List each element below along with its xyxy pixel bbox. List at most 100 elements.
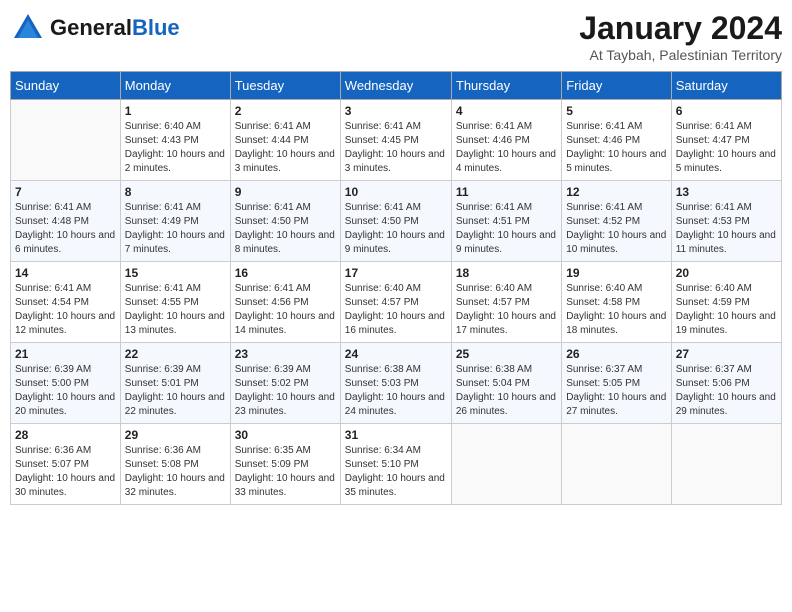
calendar-day-cell: 19 Sunrise: 6:40 AMSunset: 4:58 PMDayligh… bbox=[562, 262, 672, 343]
day-number: 1 bbox=[125, 104, 226, 118]
day-info: Sunrise: 6:41 AMSunset: 4:53 PMDaylight:… bbox=[676, 201, 777, 257]
day-number: 28 bbox=[15, 428, 116, 442]
calendar-day-cell: 14 Sunrise: 6:41 AMSunset: 4:54 PMDayligh… bbox=[11, 262, 121, 343]
day-info: Sunrise: 6:39 AMSunset: 5:02 PMDaylight:… bbox=[235, 363, 336, 419]
day-number: 17 bbox=[345, 266, 447, 280]
calendar-day-cell: 8 Sunrise: 6:41 AMSunset: 4:49 PMDaylight… bbox=[120, 181, 230, 262]
calendar-day-cell: 12Sunrise: 6:41 AMSunset: 4:52 PMDayligh… bbox=[562, 181, 672, 262]
day-number: 22 bbox=[125, 347, 226, 361]
calendar-day-cell: 1 Sunrise: 6:40 AMSunset: 4:43 PMDaylight… bbox=[120, 100, 230, 181]
day-info: Sunrise: 6:41 AMSunset: 4:48 PMDaylight:… bbox=[15, 201, 116, 257]
day-number: 26 bbox=[566, 347, 667, 361]
calendar-day-cell: 9 Sunrise: 6:41 AMSunset: 4:50 PMDaylight… bbox=[230, 181, 340, 262]
calendar-day-cell: 29 Sunrise: 6:36 AMSunset: 5:08 PMDayligh… bbox=[120, 424, 230, 505]
day-number: 31 bbox=[345, 428, 447, 442]
calendar-body: 1 Sunrise: 6:40 AMSunset: 4:43 PMDaylight… bbox=[11, 100, 782, 505]
day-info: Sunrise: 6:34 AMSunset: 5:10 PMDaylight:… bbox=[345, 444, 447, 500]
day-info: Sunrise: 6:41 AMSunset: 4:45 PMDaylight:… bbox=[345, 120, 447, 176]
day-number: 21 bbox=[15, 347, 116, 361]
day-info: Sunrise: 6:39 AMSunset: 5:00 PMDaylight:… bbox=[15, 363, 116, 419]
calendar-day-cell: 7 Sunrise: 6:41 AMSunset: 4:48 PMDaylight… bbox=[11, 181, 121, 262]
day-info: Sunrise: 6:35 AMSunset: 5:09 PMDaylight:… bbox=[235, 444, 336, 500]
day-info: Sunrise: 6:41 AMSunset: 4:47 PMDaylight:… bbox=[676, 120, 777, 176]
page-header: GeneralBlue January 2024 At Taybah, Pale… bbox=[10, 10, 782, 63]
day-info: Sunrise: 6:41 AMSunset: 4:54 PMDaylight:… bbox=[15, 282, 116, 338]
calendar-day-cell: 30 Sunrise: 6:35 AMSunset: 5:09 PMDayligh… bbox=[230, 424, 340, 505]
calendar-week-row: 14 Sunrise: 6:41 AMSunset: 4:54 PMDayligh… bbox=[11, 262, 782, 343]
day-info: Sunrise: 6:40 AMSunset: 4:57 PMDaylight:… bbox=[345, 282, 447, 338]
day-info: Sunrise: 6:39 AMSunset: 5:01 PMDaylight:… bbox=[125, 363, 226, 419]
location-subtitle: At Taybah, Palestinian Territory bbox=[579, 47, 782, 63]
day-number: 30 bbox=[235, 428, 336, 442]
day-info: Sunrise: 6:37 AMSunset: 5:06 PMDaylight:… bbox=[676, 363, 777, 419]
day-number: 15 bbox=[125, 266, 226, 280]
day-number: 19 bbox=[566, 266, 667, 280]
calendar-day-cell: 2Sunrise: 6:41 AMSunset: 4:44 PMDaylight… bbox=[230, 100, 340, 181]
calendar-day-cell: 28 Sunrise: 6:36 AMSunset: 5:07 PMDayligh… bbox=[11, 424, 121, 505]
day-number: 29 bbox=[125, 428, 226, 442]
calendar-day-cell: 27 Sunrise: 6:37 AMSunset: 5:06 PMDayligh… bbox=[671, 343, 781, 424]
day-number: 9 bbox=[235, 185, 336, 199]
day-number: 20 bbox=[676, 266, 777, 280]
day-number: 27 bbox=[676, 347, 777, 361]
calendar-day-cell: 6 Sunrise: 6:41 AMSunset: 4:47 PMDaylight… bbox=[671, 100, 781, 181]
day-number: 14 bbox=[15, 266, 116, 280]
calendar-day-cell: 24Sunrise: 6:38 AMSunset: 5:03 PMDayligh… bbox=[340, 343, 451, 424]
day-info: Sunrise: 6:41 AMSunset: 4:49 PMDaylight:… bbox=[125, 201, 226, 257]
calendar-header-row: SundayMondayTuesdayWednesdayThursdayFrid… bbox=[11, 72, 782, 100]
calendar-day-cell bbox=[11, 100, 121, 181]
day-info: Sunrise: 6:41 AMSunset: 4:55 PMDaylight:… bbox=[125, 282, 226, 338]
day-number: 11 bbox=[456, 185, 557, 199]
calendar-day-cell bbox=[562, 424, 672, 505]
day-number: 18 bbox=[456, 266, 557, 280]
calendar-day-cell: 26 Sunrise: 6:37 AMSunset: 5:05 PMDayligh… bbox=[562, 343, 672, 424]
day-info: Sunrise: 6:41 AMSunset: 4:46 PMDaylight:… bbox=[566, 120, 667, 176]
logo: GeneralBlue bbox=[10, 10, 180, 46]
calendar-day-cell: 5 Sunrise: 6:41 AMSunset: 4:46 PMDaylight… bbox=[562, 100, 672, 181]
calendar-day-cell: 31 Sunrise: 6:34 AMSunset: 5:10 PMDayligh… bbox=[340, 424, 451, 505]
calendar-day-cell: 4Sunrise: 6:41 AMSunset: 4:46 PMDaylight… bbox=[451, 100, 561, 181]
calendar-day-cell: 25Sunrise: 6:38 AMSunset: 5:04 PMDayligh… bbox=[451, 343, 561, 424]
day-info: Sunrise: 6:41 AMSunset: 4:50 PMDaylight:… bbox=[345, 201, 447, 257]
calendar-day-cell: 18 Sunrise: 6:40 AMSunset: 4:57 PMDayligh… bbox=[451, 262, 561, 343]
logo-general-text: General bbox=[50, 15, 132, 40]
day-info: Sunrise: 6:41 AMSunset: 4:46 PMDaylight:… bbox=[456, 120, 557, 176]
calendar-week-row: 7 Sunrise: 6:41 AMSunset: 4:48 PMDaylight… bbox=[11, 181, 782, 262]
day-info: Sunrise: 6:41 AMSunset: 4:50 PMDaylight:… bbox=[235, 201, 336, 257]
day-info: Sunrise: 6:40 AMSunset: 4:43 PMDaylight:… bbox=[125, 120, 226, 176]
column-header-wednesday: Wednesday bbox=[340, 72, 451, 100]
calendar-day-cell bbox=[451, 424, 561, 505]
calendar-week-row: 21 Sunrise: 6:39 AMSunset: 5:00 PMDayligh… bbox=[11, 343, 782, 424]
calendar-day-cell: 16Sunrise: 6:41 AMSunset: 4:56 PMDayligh… bbox=[230, 262, 340, 343]
calendar-week-row: 28 Sunrise: 6:36 AMSunset: 5:07 PMDayligh… bbox=[11, 424, 782, 505]
day-info: Sunrise: 6:40 AMSunset: 4:59 PMDaylight:… bbox=[676, 282, 777, 338]
day-info: Sunrise: 6:40 AMSunset: 4:58 PMDaylight:… bbox=[566, 282, 667, 338]
day-info: Sunrise: 6:40 AMSunset: 4:57 PMDaylight:… bbox=[456, 282, 557, 338]
day-info: Sunrise: 6:37 AMSunset: 5:05 PMDaylight:… bbox=[566, 363, 667, 419]
month-title: January 2024 bbox=[579, 10, 782, 47]
logo-icon bbox=[10, 10, 46, 46]
column-header-tuesday: Tuesday bbox=[230, 72, 340, 100]
day-number: 12 bbox=[566, 185, 667, 199]
day-number: 5 bbox=[566, 104, 667, 118]
calendar-day-cell: 11 Sunrise: 6:41 AMSunset: 4:51 PMDayligh… bbox=[451, 181, 561, 262]
day-number: 24 bbox=[345, 347, 447, 361]
calendar-week-row: 1 Sunrise: 6:40 AMSunset: 4:43 PMDaylight… bbox=[11, 100, 782, 181]
day-number: 25 bbox=[456, 347, 557, 361]
day-number: 13 bbox=[676, 185, 777, 199]
day-info: Sunrise: 6:36 AMSunset: 5:08 PMDaylight:… bbox=[125, 444, 226, 500]
day-number: 2 bbox=[235, 104, 336, 118]
calendar-day-cell: 13 Sunrise: 6:41 AMSunset: 4:53 PMDayligh… bbox=[671, 181, 781, 262]
day-number: 7 bbox=[15, 185, 116, 199]
calendar-day-cell: 23 Sunrise: 6:39 AMSunset: 5:02 PMDayligh… bbox=[230, 343, 340, 424]
day-number: 6 bbox=[676, 104, 777, 118]
day-info: Sunrise: 6:36 AMSunset: 5:07 PMDaylight:… bbox=[15, 444, 116, 500]
column-header-friday: Friday bbox=[562, 72, 672, 100]
calendar-day-cell bbox=[671, 424, 781, 505]
calendar-day-cell: 15 Sunrise: 6:41 AMSunset: 4:55 PMDayligh… bbox=[120, 262, 230, 343]
column-header-saturday: Saturday bbox=[671, 72, 781, 100]
calendar-day-cell: 20 Sunrise: 6:40 AMSunset: 4:59 PMDayligh… bbox=[671, 262, 781, 343]
day-number: 23 bbox=[235, 347, 336, 361]
day-number: 8 bbox=[125, 185, 226, 199]
day-info: Sunrise: 6:41 AMSunset: 4:51 PMDaylight:… bbox=[456, 201, 557, 257]
